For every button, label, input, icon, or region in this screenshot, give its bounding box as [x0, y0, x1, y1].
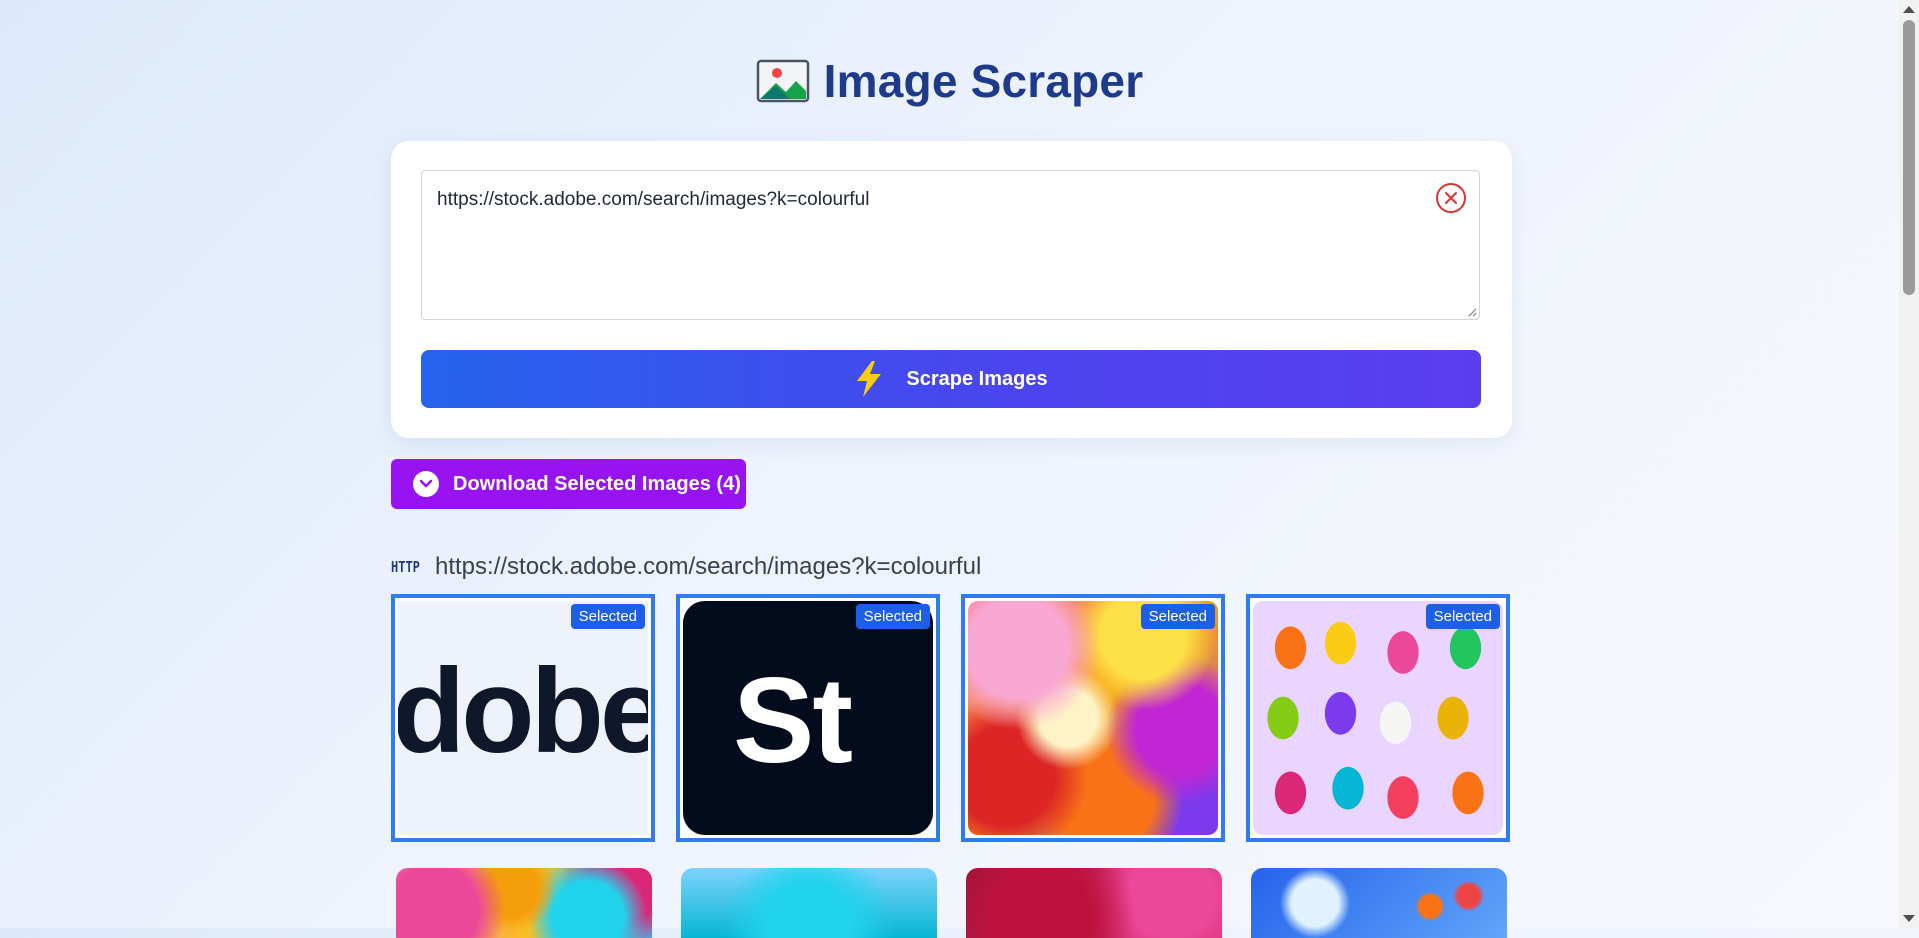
image-tile-macarons[interactable]: Selected [1246, 594, 1510, 842]
resize-handle-icon[interactable] [1467, 307, 1477, 317]
source-url: https://stock.adobe.com/search/images?k=… [435, 553, 982, 580]
adobe-stock-logo-text: St [733, 652, 853, 788]
chevron-down-circle-icon [413, 471, 439, 497]
page: Image Scraper https://stock.adobe.com/se… [0, 0, 1899, 938]
image-adobe-wordmark: dobe [398, 601, 648, 835]
page-scrollbar[interactable] [1899, 0, 1919, 928]
close-circle-icon [1445, 192, 1457, 204]
image-adobe-stock-logo: St [683, 601, 933, 835]
image-tile-adobe-stock-logo[interactable]: St Selected [676, 594, 940, 842]
image-macarons [1253, 601, 1503, 835]
header: Image Scraper [0, 54, 1899, 108]
scroll-thumb[interactable] [1903, 20, 1915, 295]
page-title: Image Scraper [823, 55, 1144, 107]
scrape-images-button[interactable]: Scrape Images [421, 350, 1481, 408]
http-tag: HTTP [391, 558, 420, 576]
image-tile-colourful-petals[interactable]: Selected [961, 594, 1225, 842]
scroll-up-icon[interactable] [1903, 6, 1915, 13]
image-tile-adobe-wordmark[interactable]: dobe Selected [391, 594, 655, 842]
scrape-images-label: Scrape Images [906, 367, 1048, 390]
download-selected-button[interactable]: Download Selected Images (4) [391, 459, 746, 509]
source-heading: HTTP https://stock.adobe.com/search/imag… [391, 553, 981, 581]
lightning-icon [857, 361, 882, 397]
selected-badge: Selected [570, 604, 645, 629]
scrape-form-card: https://stock.adobe.com/search/images?k=… [391, 141, 1512, 438]
adobe-wordmark-text: dobe [398, 644, 648, 778]
url-input[interactable]: https://stock.adobe.com/search/images?k=… [421, 170, 1480, 320]
download-selected-label: Download Selected Images (4) [453, 472, 741, 495]
selected-badge: Selected [1425, 604, 1500, 629]
scroll-down-icon[interactable] [1903, 915, 1915, 922]
clear-button[interactable] [1436, 183, 1466, 213]
selected-badge: Selected [855, 604, 930, 629]
selected-badge: Selected [1140, 604, 1215, 629]
url-input-value: https://stock.adobe.com/search/images?k=… [437, 189, 870, 210]
picture-icon [756, 59, 809, 103]
image-colourful-petals [968, 601, 1218, 835]
